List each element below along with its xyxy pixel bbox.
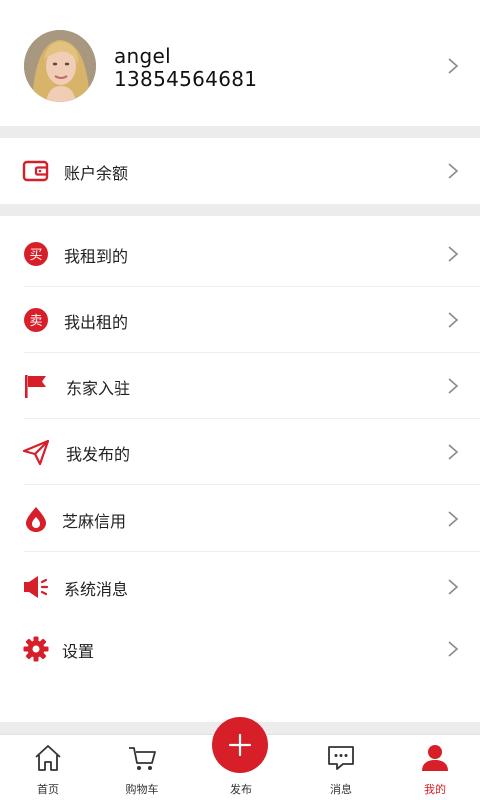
chevron-right-icon [446,510,460,528]
chevron-right-icon [446,311,460,329]
chevron-right-icon [446,162,460,180]
menu-label-balance: 账户余额 [64,164,129,183]
menu-label-rented-out: 我出租的 [64,313,129,332]
menu-item-zhima-credit[interactable]: 芝麻信用 [0,486,480,552]
menu-item-rented-out[interactable]: 卖 我出租的 [0,287,480,353]
tab-label-publish: 发布 [230,783,252,796]
gear-icon [22,635,50,663]
tab-label-mine: 我的 [424,783,446,796]
wallet-icon [22,157,50,185]
sesame-credit-icon [22,505,50,533]
chat-bubble-icon [326,743,356,773]
section-separator [0,204,480,216]
menu-label-my-posts: 我发布的 [66,445,131,464]
tab-label-home: 首页 [37,783,59,796]
chevron-right-icon [446,377,460,395]
tab-home[interactable]: 首页 [0,735,96,800]
menu-item-merchant-join[interactable]: 东家入驻 [0,353,480,419]
divider [24,551,480,552]
tab-cart[interactable]: 购物车 [94,735,190,800]
buy-badge-icon: 买 [22,240,50,268]
home-icon [33,743,63,773]
chevron-right-icon [446,57,460,75]
megaphone-icon [22,573,50,601]
cart-icon [127,743,157,773]
chevron-right-icon [446,578,460,596]
flag-icon [22,372,50,400]
tab-messages[interactable]: 消息 [293,735,389,800]
paper-plane-icon [22,438,50,466]
sell-badge-icon: 卖 [22,306,50,334]
chevron-right-icon [446,245,460,263]
svg-text:卖: 卖 [29,314,42,329]
tab-label-messages: 消息 [330,783,352,796]
menu-label-settings: 设置 [62,642,95,661]
menu-item-rented-in[interactable]: 买 我租到的 [0,221,480,287]
chevron-right-icon [446,640,460,658]
publish-button[interactable] [212,717,268,773]
menu-label-rented-in: 我租到的 [64,247,129,266]
menu-label-merchant-join: 东家入驻 [66,379,131,398]
menu-item-system-messages[interactable]: 系统消息 [0,554,480,620]
menu-item-balance[interactable]: 账户余额 [0,138,480,204]
tab-label-cart: 购物车 [125,783,159,796]
chevron-right-icon [446,443,460,461]
plus-icon [228,733,252,757]
divider [24,484,480,485]
profile-phone: 13854564681 [114,67,258,91]
menu-label-zhima-credit: 芝麻信用 [62,512,127,531]
svg-text:买: 买 [29,248,42,263]
tab-mine[interactable]: 我的 [387,735,480,800]
avatar[interactable] [24,30,96,102]
section-separator [0,126,480,138]
profile-header[interactable]: angel 13854564681 [0,0,480,126]
menu-item-settings[interactable]: 设置 [0,616,480,682]
user-icon [420,743,450,773]
menu-label-system-messages: 系统消息 [64,580,129,599]
menu-item-my-posts[interactable]: 我发布的 [0,419,480,485]
profile-name: angel [114,44,171,68]
